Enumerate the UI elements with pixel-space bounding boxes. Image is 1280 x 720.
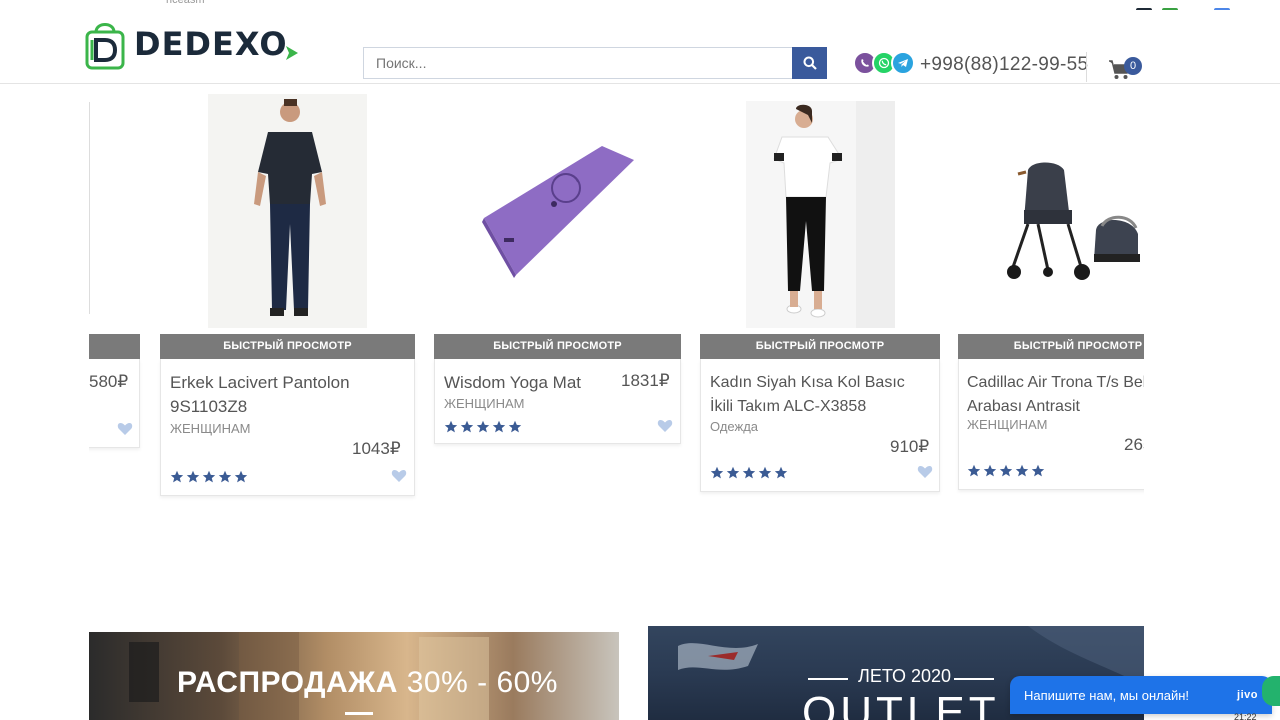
sale-banner-percent: 30% - 60% <box>406 666 558 699</box>
quick-view-button[interactable]: БЫСТРЫЙ ПРОСМОТР <box>958 334 1144 359</box>
product-image-edge <box>89 102 90 314</box>
cart-count-badge: 0 <box>1124 57 1142 75</box>
product-name[interactable]: Kadın Siyah Kısa Kol Basıc İkili Takım A… <box>710 371 925 419</box>
sale-banner-divider <box>345 712 373 715</box>
quick-view-button[interactable]: БЫСТРЫЙ ПРОСМОТР <box>434 334 681 359</box>
outlet-line-left <box>808 678 848 680</box>
product-image[interactable] <box>746 101 895 328</box>
product-image[interactable] <box>998 150 1144 290</box>
telegram-icon[interactable] <box>891 51 915 75</box>
product-category[interactable]: Одежда <box>710 419 758 434</box>
star-icon <box>967 464 981 477</box>
product-rating <box>710 466 788 480</box>
star-icon <box>202 470 216 483</box>
product-carousel: 580₽ БЫСТРЫЙ ПРОСМОТР Erkek Lacivert Pan… <box>89 90 1144 510</box>
heart-icon[interactable] <box>917 465 933 479</box>
sale-banner-title: РАСПРОДАЖА 30% - 60% <box>177 666 558 700</box>
product-image[interactable] <box>208 94 367 328</box>
product-image[interactable] <box>474 130 644 290</box>
messenger-links <box>853 51 915 75</box>
star-icon <box>774 466 788 479</box>
chat-status-tab[interactable] <box>1262 676 1280 706</box>
sale-banner[interactable]: РАСПРОДАЖА 30% - 60% <box>89 632 619 720</box>
search-button[interactable] <box>792 47 827 79</box>
product-price: 1043₽ <box>352 439 401 458</box>
star-icon <box>726 466 740 479</box>
product-price: 910₽ <box>890 437 930 456</box>
product-category[interactable]: ЖЕНЩИНАМ <box>967 417 1047 432</box>
star-icon <box>186 470 200 483</box>
system-clock: 21:22 <box>1234 712 1257 720</box>
star-icon <box>170 470 184 483</box>
star-icon <box>218 470 232 483</box>
product-rating <box>170 470 248 484</box>
star-icon <box>460 420 474 433</box>
heart-icon[interactable] <box>391 469 407 483</box>
product-price: 1831₽ <box>621 371 670 390</box>
outlet-line-right <box>954 678 994 680</box>
star-icon <box>492 420 506 433</box>
quick-view-button[interactable] <box>89 334 140 359</box>
quick-view-button[interactable]: БЫСТРЫЙ ПРОСМОТР <box>700 334 940 359</box>
chat-widget-brand: jivo <box>1237 689 1258 701</box>
tab-title-stub: riceasm <box>166 0 205 6</box>
quick-view-button[interactable]: БЫСТРЫЙ ПРОСМОТР <box>160 334 415 359</box>
site-logo[interactable]: DEDEXO <box>84 18 298 70</box>
star-icon <box>1031 464 1045 477</box>
heart-icon[interactable] <box>117 422 133 436</box>
search-input[interactable] <box>363 47 793 79</box>
product-price: 265 <box>1124 435 1144 454</box>
product-name[interactable]: Cadillac Air Trona T/s Bebek Arabası Ant… <box>967 371 1144 419</box>
product-rating <box>967 464 1045 478</box>
star-icon <box>234 470 248 483</box>
header-divider <box>1086 52 1087 82</box>
search-icon <box>803 56 817 70</box>
product-category[interactable]: ЖЕНЩИНАМ <box>444 396 524 411</box>
product-name[interactable]: Wisdom Yoga Mat <box>444 371 614 395</box>
product-category[interactable]: ЖЕНЩИНАМ <box>170 421 250 436</box>
star-icon <box>742 466 756 479</box>
chat-widget-text: Напишите нам, мы онлайн! <box>1024 687 1190 703</box>
star-icon <box>1015 464 1029 477</box>
star-icon <box>758 466 772 479</box>
sale-banner-bold: РАСПРОДАЖА <box>177 666 398 699</box>
outlet-season: ЛЕТО 2020 <box>858 666 952 686</box>
heart-icon[interactable] <box>657 419 673 433</box>
outlet-title: OUTLET <box>802 688 1000 720</box>
star-icon <box>999 464 1013 477</box>
star-icon <box>444 420 458 433</box>
star-icon <box>983 464 997 477</box>
logo-text: DEDEXO <box>134 25 288 63</box>
logo-arrow-icon <box>285 46 298 60</box>
star-icon <box>476 420 490 433</box>
product-price: 580₽ <box>89 372 129 391</box>
shopping-bag-logo-icon <box>84 18 126 70</box>
chat-widget[interactable]: Напишите нам, мы онлайн! jivo <box>1010 676 1272 714</box>
star-icon <box>710 466 724 479</box>
phone-number[interactable]: +998(88)122-99-55 <box>920 54 1088 76</box>
product-rating <box>444 420 522 434</box>
star-icon <box>508 420 522 433</box>
product-name[interactable]: Erkek Lacivert Pantolon 9S1103Z8 <box>170 371 390 419</box>
site-header: DEDEXO +998(88)122-99-55 0 <box>0 10 1280 84</box>
